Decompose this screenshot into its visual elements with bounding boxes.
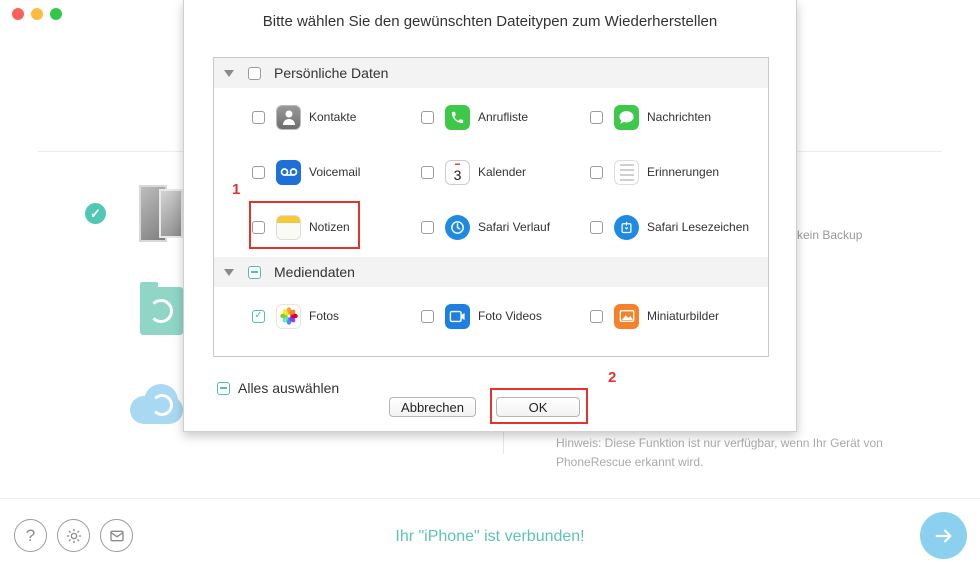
list-item-safari-history[interactable]: Safari Verlauf — [421, 213, 550, 241]
call-history-checkbox[interactable] — [421, 110, 434, 124]
device-backup-icon[interactable] — [139, 185, 183, 242]
divider — [503, 432, 504, 454]
itunes-backup-icon[interactable] — [140, 282, 183, 335]
annotation-number-2: 2 — [608, 369, 617, 386]
ok-button[interactable]: OK — [496, 397, 580, 417]
calendar-checkbox[interactable] — [421, 165, 434, 179]
select-all[interactable]: Alles auswählen — [217, 380, 339, 396]
calendar-day: 3 — [453, 166, 462, 183]
safari-history-checkbox[interactable] — [421, 220, 434, 234]
messages-icon — [614, 104, 639, 130]
cancel-button[interactable]: Abbrechen — [389, 397, 476, 417]
list-item-messages[interactable]: Nachrichten — [590, 103, 711, 131]
messages-checkbox[interactable] — [590, 110, 603, 124]
list-item-voicemail[interactable]: Voicemail — [252, 158, 360, 186]
safari-bookmarks-checkbox[interactable] — [590, 220, 603, 234]
list-item-call-history[interactable]: Anrufliste — [421, 103, 528, 131]
icloud-backup-icon[interactable] — [130, 382, 183, 424]
zoom-window-button[interactable] — [50, 8, 62, 20]
section-media-checkbox[interactable] — [248, 265, 261, 279]
safari-history-icon — [445, 214, 470, 240]
disclosure-triangle-icon[interactable] — [224, 69, 234, 77]
safari-bookmarks-icon — [614, 214, 639, 240]
voicemail-icon — [276, 159, 301, 185]
photos-checkbox[interactable]: ✓ — [252, 309, 265, 323]
hint-text: Hinweis: Diese Funktion ist nur verfügba… — [556, 436, 883, 469]
photos-icon — [276, 303, 301, 329]
section-label: Mediendaten — [274, 264, 355, 280]
arrow-right-icon — [935, 528, 952, 543]
photo-videos-checkbox[interactable] — [421, 309, 434, 323]
next-button[interactable] — [920, 512, 967, 559]
section-media-data: Mediendaten — [214, 257, 768, 287]
thumbnails-checkbox[interactable] — [590, 309, 603, 323]
list-item-calendar[interactable]: ▬ 3 Kalender — [421, 158, 526, 186]
voicemail-checkbox[interactable] — [252, 165, 265, 179]
annotation-number-1: 1 — [232, 181, 241, 198]
divider — [38, 151, 183, 152]
footer-divider — [0, 498, 980, 499]
list-item-safari-bookmarks[interactable]: Safari Lesezeichen — [590, 213, 749, 241]
list-item-contacts[interactable]: Kontakte — [252, 103, 356, 131]
window-controls — [12, 8, 62, 20]
list-item-photo-videos[interactable]: Foto Videos — [421, 302, 542, 330]
dialog-title: Bitte wählen Sie den gewünschten Dateity… — [262, 13, 718, 30]
file-type-dialog: Bitte wählen Sie den gewünschten Dateity… — [183, 0, 797, 432]
section-personal-checkbox[interactable] — [248, 66, 261, 80]
select-all-label: Alles auswählen — [238, 380, 340, 396]
list-item-thumbnails[interactable]: Miniaturbilder — [590, 302, 719, 330]
close-window-button[interactable] — [12, 8, 24, 20]
connection-status: Ihr "iPhone" ist verbunden! — [395, 528, 585, 545]
reminders-icon — [614, 159, 639, 185]
calendar-icon: ▬ 3 — [445, 159, 470, 185]
divider — [797, 151, 942, 152]
photo-videos-icon — [445, 303, 470, 329]
list-item-reminders[interactable]: Erinnerungen — [590, 158, 719, 186]
contacts-checkbox[interactable] — [252, 110, 265, 124]
section-label: Persönliche Daten — [274, 65, 389, 81]
phone-icon — [445, 104, 470, 130]
notes-highlight-box — [249, 201, 360, 249]
select-all-checkbox[interactable] — [217, 381, 230, 395]
minimize-window-button[interactable] — [31, 8, 43, 20]
disclosure-triangle-icon[interactable] — [224, 268, 234, 276]
list-item-photos[interactable]: ✓ Fotos — [252, 302, 339, 330]
thumbnails-icon — [614, 303, 639, 329]
no-backup-text: kein Backup — [797, 228, 863, 242]
check-icon: ✓ — [85, 203, 106, 224]
section-personal-data: Persönliche Daten — [214, 58, 768, 88]
reminders-checkbox[interactable] — [590, 165, 603, 179]
contacts-icon — [276, 104, 301, 130]
